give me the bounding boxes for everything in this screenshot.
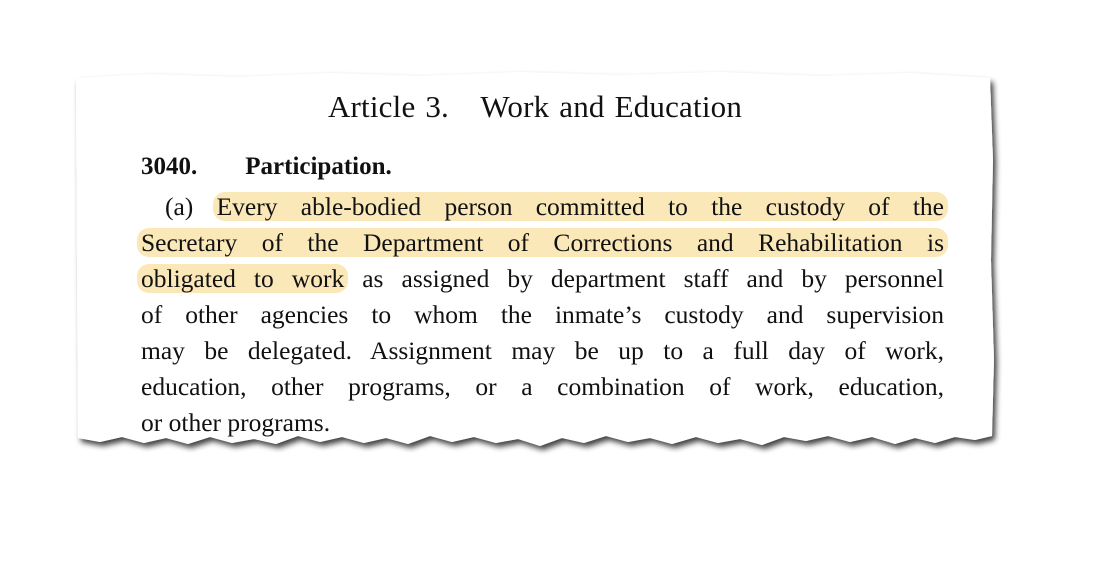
section-heading: 3040. Participation.: [141, 153, 392, 181]
section-body: (a) Every able-bodied person committed t…: [137, 189, 948, 441]
document-clipping: Article 3. Work and Education 3040. Part…: [0, 0, 1094, 568]
article-title: Work and Education: [480, 89, 743, 124]
text-line: of other agencies to whom the inmate’s c…: [141, 300, 944, 329]
text-line: education, other programs, or a combinat…: [141, 372, 944, 401]
body-text: as assigned by department staff and by p…: [344, 264, 944, 293]
highlighted-text: obligated to work: [137, 264, 349, 293]
text-line: may be delegated. Assignment may be up t…: [141, 336, 944, 365]
section-number: 3040.: [141, 153, 198, 180]
text-line: Secretary of the Department of Correctio…: [137, 225, 948, 261]
highlighted-text: Every able-bodied person committed to th…: [212, 192, 948, 221]
section-title: Participation.: [245, 153, 392, 180]
highlighted-text: Secretary of the Department of Correctio…: [137, 228, 948, 257]
text-line: or other programs.: [141, 408, 331, 437]
article-heading: Article 3. Work and Education: [75, 89, 995, 125]
text-line: obligated to work as assigned by departm…: [137, 261, 944, 297]
article-number: 3.: [425, 89, 450, 124]
statute-page: Article 3. Work and Education 3040. Part…: [75, 75, 995, 455]
subsection-marker: (a): [165, 192, 194, 221]
text-line: (a) Every able-bodied person committed t…: [141, 189, 948, 225]
article-label: Article: [327, 89, 416, 124]
